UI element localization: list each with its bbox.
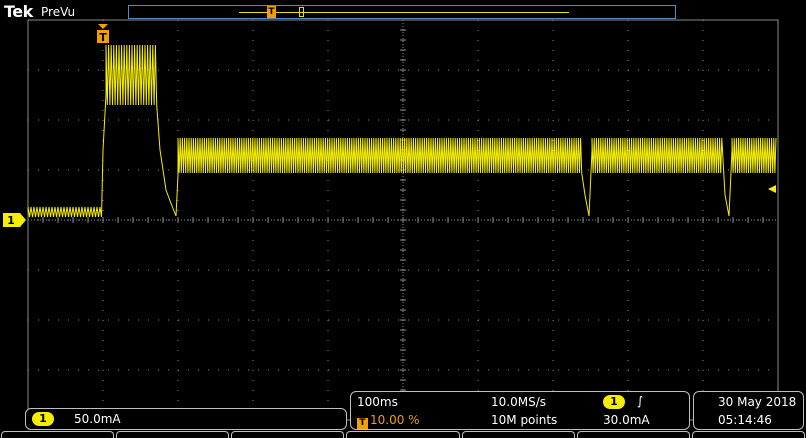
trigger-badge-icon: T bbox=[357, 418, 368, 429]
sample-rate: 10.0MS/s bbox=[491, 395, 546, 409]
trigger-level: 30.0mA bbox=[603, 413, 650, 427]
trigger-position-marker[interactable]: T bbox=[97, 24, 109, 44]
channel1-badge: 1 bbox=[32, 412, 54, 426]
trigger-position-readout: T 10.00 % bbox=[357, 413, 420, 429]
bottom-menu-button-3[interactable] bbox=[231, 431, 345, 438]
trigger-position-value: 10.00 % bbox=[370, 413, 420, 427]
bottom-menu-button-5[interactable] bbox=[461, 431, 575, 438]
datetime-readout: 30 May 2018 05:14:46 bbox=[693, 391, 804, 430]
time-display: 05:14:46 bbox=[718, 413, 772, 427]
record-length: 10M points bbox=[491, 413, 558, 427]
bottom-menu bbox=[0, 431, 806, 438]
channel1-readout[interactable]: 1 50.0mA bbox=[25, 408, 347, 430]
bottom-menu-button-1[interactable] bbox=[1, 431, 115, 438]
bottom-menu-button-6[interactable] bbox=[576, 431, 690, 438]
bottom-menu-button-4[interactable] bbox=[346, 431, 460, 438]
channel1-ground-marker[interactable]: 1 bbox=[3, 213, 26, 227]
trigger-marker-label: T bbox=[99, 31, 107, 44]
trigger-source-badge: 1 bbox=[603, 395, 625, 409]
trigger-slope-icon: ∫ bbox=[637, 394, 644, 408]
waveform-display[interactable]: T 1 bbox=[0, 0, 806, 438]
horizontal-readout[interactable]: 100ms T 10.00 % 10.0MS/s 10M points 1 ∫ 3… bbox=[350, 391, 690, 430]
bottom-menu-button-7[interactable] bbox=[691, 431, 805, 438]
trigger-level-arrow bbox=[768, 185, 776, 193]
channel1-waveform bbox=[27, 44, 777, 218]
time-per-division: 100ms bbox=[357, 395, 398, 409]
bottom-menu-button-2[interactable] bbox=[116, 431, 230, 438]
channel1-scale: 50.0mA bbox=[74, 412, 121, 426]
date-display: 30 May 2018 bbox=[718, 395, 797, 409]
channel1-marker-label: 1 bbox=[7, 214, 15, 227]
